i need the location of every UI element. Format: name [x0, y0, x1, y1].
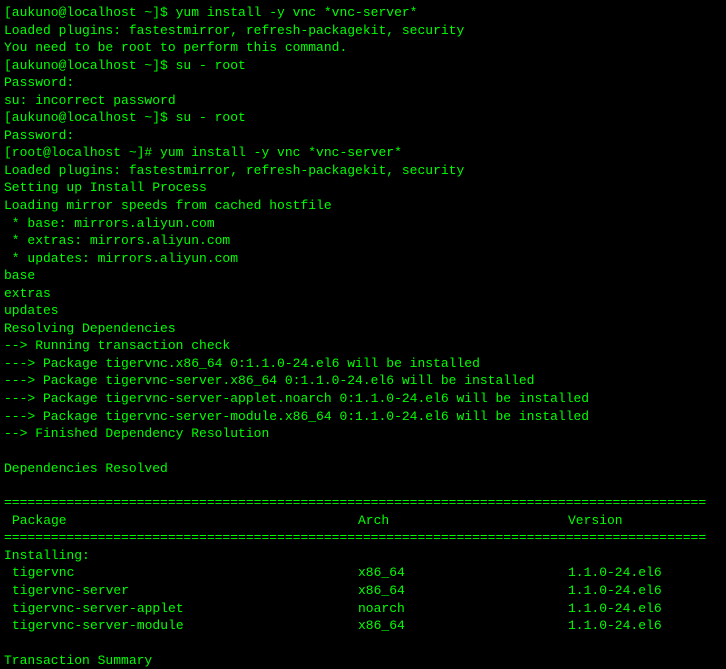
header-arch: Arch — [358, 512, 568, 530]
terminal-line: ---> Package tigervnc-server.x86_64 0:1.… — [4, 372, 722, 390]
terminal-line — [4, 443, 722, 460]
cell-version: 1.1.0-24.el6 — [568, 617, 722, 635]
terminal-line: Password: — [4, 127, 722, 145]
cell-arch: x86_64 — [358, 617, 568, 635]
table-divider: ========================================… — [4, 529, 722, 547]
terminal-line: Dependencies Resolved — [4, 460, 722, 478]
terminal-line — [4, 635, 722, 652]
terminal-line: Password: — [4, 74, 722, 92]
terminal-line: Resolving Dependencies — [4, 320, 722, 338]
terminal-line: * base: mirrors.aliyun.com — [4, 215, 722, 233]
terminal-line: ---> Package tigervnc-server-applet.noar… — [4, 390, 722, 408]
terminal-line: [aukuno@localhost ~]$ su - root — [4, 57, 722, 75]
cell-package: tigervnc-server-applet — [4, 600, 358, 618]
cell-version: 1.1.0-24.el6 — [568, 582, 722, 600]
table-row: tigervnc x86_64 1.1.0-24.el6 — [4, 564, 722, 582]
terminal-line: extras — [4, 285, 722, 303]
table-header: Package Arch Version — [4, 512, 722, 530]
cell-version: 1.1.0-24.el6 — [568, 600, 722, 618]
cell-arch: x86_64 — [358, 564, 568, 582]
table-row: tigervnc-server-applet noarch 1.1.0-24.e… — [4, 600, 722, 618]
cell-package: tigervnc — [4, 564, 358, 582]
terminal-line: --> Running transaction check — [4, 337, 722, 355]
table-row: tigervnc-server x86_64 1.1.0-24.el6 — [4, 582, 722, 600]
terminal-line: * updates: mirrors.aliyun.com — [4, 250, 722, 268]
cell-package: tigervnc-server-module — [4, 617, 358, 635]
terminal-line: [root@localhost ~]# yum install -y vnc *… — [4, 144, 722, 162]
header-version: Version — [568, 512, 722, 530]
terminal-line: Loaded plugins: fastestmirror, refresh-p… — [4, 162, 722, 180]
terminal-line: [aukuno@localhost ~]$ yum install -y vnc… — [4, 4, 722, 22]
terminal-line: * extras: mirrors.aliyun.com — [4, 232, 722, 250]
terminal-line — [4, 477, 722, 494]
transaction-summary: Transaction Summary — [4, 652, 722, 669]
terminal-line: updates — [4, 302, 722, 320]
terminal-line: Loaded plugins: fastestmirror, refresh-p… — [4, 22, 722, 40]
table-divider: ========================================… — [4, 494, 722, 512]
installing-label: Installing: — [4, 547, 722, 565]
header-package: Package — [4, 512, 358, 530]
terminal-line: Loading mirror speeds from cached hostfi… — [4, 197, 722, 215]
terminal-line: [aukuno@localhost ~]$ su - root — [4, 109, 722, 127]
table-row: tigervnc-server-module x86_64 1.1.0-24.e… — [4, 617, 722, 635]
cell-version: 1.1.0-24.el6 — [568, 564, 722, 582]
terminal-line: ---> Package tigervnc.x86_64 0:1.1.0-24.… — [4, 355, 722, 373]
terminal-line: su: incorrect password — [4, 92, 722, 110]
cell-package: tigervnc-server — [4, 582, 358, 600]
terminal-line: ---> Package tigervnc-server-module.x86_… — [4, 408, 722, 426]
terminal-line: base — [4, 267, 722, 285]
terminal-line: Setting up Install Process — [4, 179, 722, 197]
cell-arch: x86_64 — [358, 582, 568, 600]
terminal-line: --> Finished Dependency Resolution — [4, 425, 722, 443]
cell-arch: noarch — [358, 600, 568, 618]
terminal-line: You need to be root to perform this comm… — [4, 39, 722, 57]
